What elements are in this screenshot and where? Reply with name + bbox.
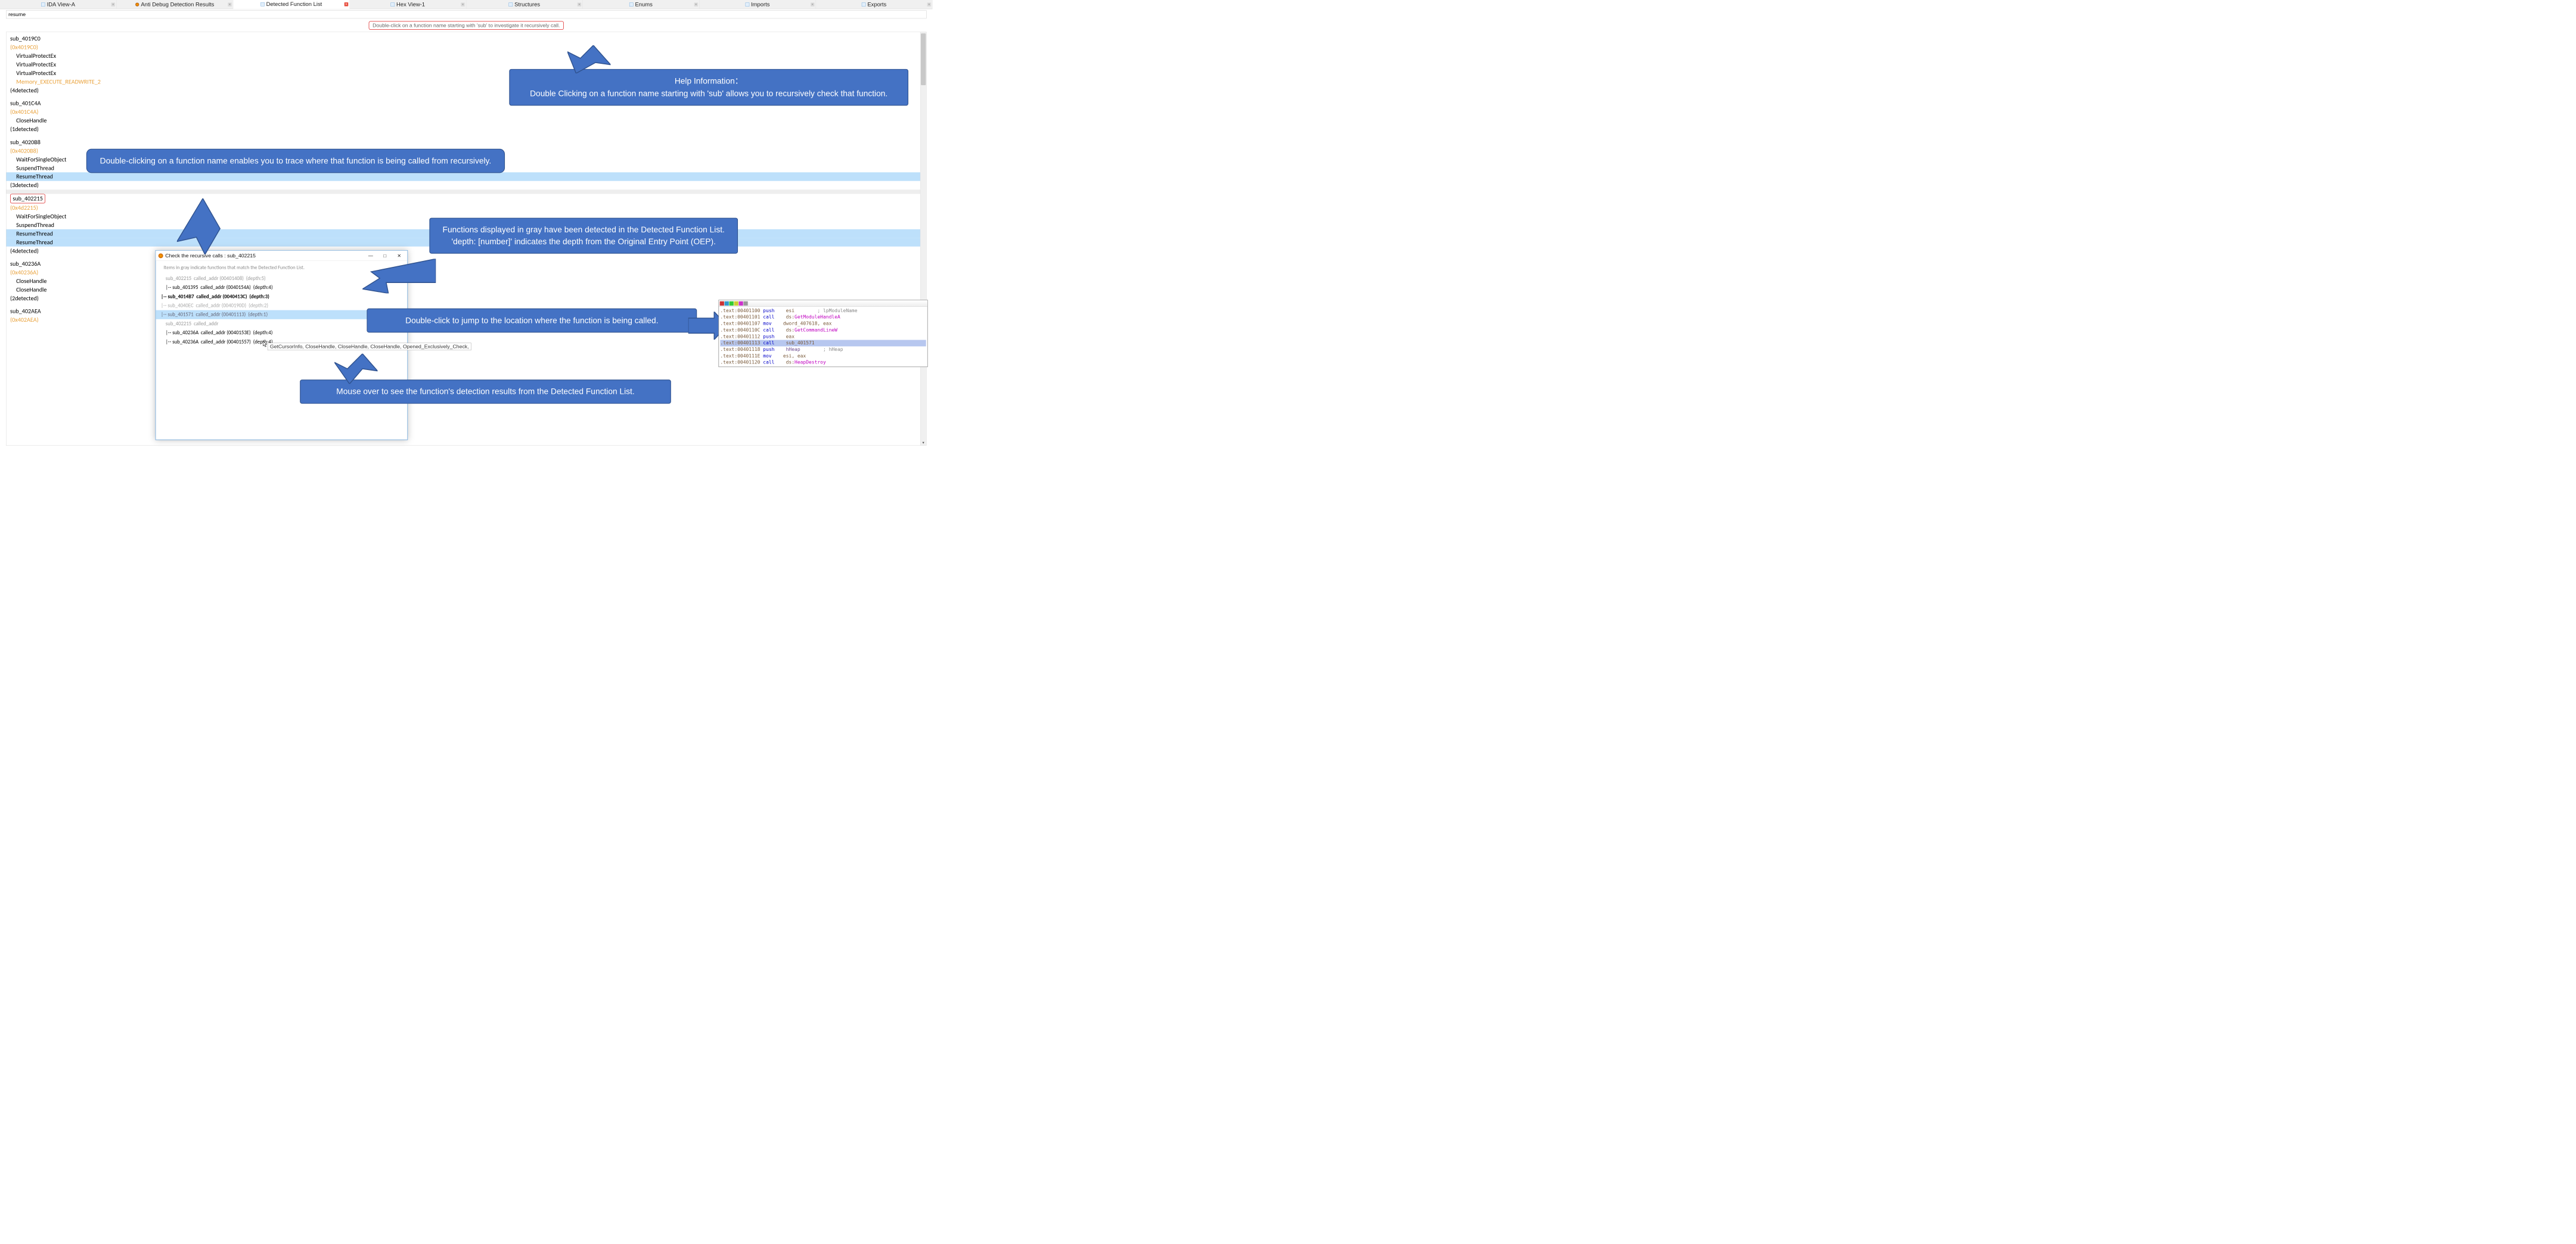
tree-row[interactable]: |-- sub_40236A called_addr (0040153E) (d… bbox=[161, 328, 402, 337]
filter-bar bbox=[0, 9, 933, 20]
tree-row[interactable]: sub_402215 called_addr bbox=[161, 319, 402, 328]
detection-tooltip: GetCursorInfo, CloseHandle, CloseHandle,… bbox=[268, 343, 471, 350]
function-name-selected[interactable]: sub_402215 bbox=[10, 194, 45, 203]
call-item: CloseHandle bbox=[10, 276, 923, 285]
scroll-thumb[interactable] bbox=[921, 33, 926, 85]
callout-gray-functions: Functions displayed in gray have been de… bbox=[429, 218, 738, 254]
call-item: CloseHandle bbox=[10, 116, 923, 125]
help-banner: Double-click on a function name starting… bbox=[369, 21, 564, 29]
function-addr: (0x401C4A) bbox=[10, 108, 38, 116]
function-name[interactable]: sub_401C4A bbox=[10, 99, 41, 107]
tree-row[interactable]: |-- sub_401395 called_addr (0040154A) (d… bbox=[161, 283, 402, 292]
help-banner-row: Double-click on a function name starting… bbox=[0, 20, 933, 32]
tab-detected-function-list[interactable]: Detected Function List× bbox=[233, 0, 350, 9]
callout-recursive-trace: Double-clicking on a function name enabl… bbox=[86, 149, 505, 173]
close-icon[interactable]: × bbox=[228, 2, 232, 7]
doc-icon bbox=[41, 2, 45, 7]
tree-row[interactable]: |-- sub_4014B7 called_addr (0040413C) (d… bbox=[161, 292, 402, 301]
color-swatch-icon[interactable] bbox=[738, 301, 743, 306]
function-addr: (0x4d2215) bbox=[10, 204, 38, 212]
scroll-down-icon[interactable]: ▾ bbox=[920, 440, 926, 445]
tab-enums[interactable]: Enums× bbox=[583, 0, 700, 9]
cursor-icon bbox=[263, 341, 268, 348]
doc-icon bbox=[260, 2, 265, 7]
call-item: VirtualProtectEx bbox=[10, 60, 923, 69]
function-name[interactable]: sub_4019C0 bbox=[10, 35, 41, 42]
popup-title: Check the recursive calls : sub_402215 bbox=[165, 253, 362, 259]
color-swatch-icon[interactable] bbox=[725, 301, 729, 306]
function-name[interactable]: sub_402AEA bbox=[10, 307, 41, 315]
close-icon[interactable]: × bbox=[811, 2, 815, 7]
call-item: VirtualProtectEx bbox=[10, 52, 923, 60]
color-swatch-icon[interactable] bbox=[734, 301, 738, 306]
close-icon[interactable]: × bbox=[111, 2, 116, 7]
tab-anti-debug[interactable]: Anti Debug Detection Results× bbox=[117, 0, 234, 9]
disasm-code[interactable]: .text:00401100 push esi ; lpModuleName.t… bbox=[720, 307, 926, 366]
vertical-scrollbar[interactable]: ▴ ▾ bbox=[920, 32, 926, 446]
call-item: ResumeThread bbox=[10, 230, 53, 238]
call-item: ResumeThread bbox=[10, 238, 53, 246]
function-name[interactable]: sub_4020B8 bbox=[10, 138, 41, 146]
close-icon[interactable]: × bbox=[344, 2, 349, 7]
close-icon[interactable]: × bbox=[694, 2, 698, 7]
detected-count: (1detected) bbox=[10, 125, 923, 133]
minimize-button[interactable]: — bbox=[365, 253, 377, 259]
function-addr: (0x4019C0) bbox=[10, 43, 38, 51]
function-name[interactable]: sub_40236A bbox=[10, 260, 41, 268]
color-swatch-icon[interactable] bbox=[730, 301, 734, 306]
tab-imports[interactable]: Imports× bbox=[699, 0, 816, 9]
close-icon[interactable]: × bbox=[578, 2, 582, 7]
disassembly-panel[interactable]: .text:00401100 push esi ; lpModuleName.t… bbox=[718, 300, 927, 367]
tab-ida-view[interactable]: IDA View-A× bbox=[0, 0, 117, 9]
plugin-icon bbox=[135, 2, 139, 7]
recursive-tree[interactable]: sub_402215 called_addr (00401408) (depth… bbox=[161, 273, 402, 389]
disasm-toolbar[interactable] bbox=[719, 300, 927, 307]
popup-hint: Items in gray indicate functions that ma… bbox=[161, 263, 402, 273]
detected-count: (3detected) bbox=[10, 181, 923, 189]
call-item: ResumeThread bbox=[10, 173, 53, 181]
filter-input[interactable] bbox=[6, 10, 926, 18]
call-item: CloseHandle bbox=[10, 285, 923, 294]
tree-row[interactable]: |-- sub_4040EC called_addr (0040190D) (d… bbox=[161, 301, 402, 310]
callout-help-info: Help Information： Double Clicking on a f… bbox=[509, 69, 908, 106]
function-addr: (0x40236A) bbox=[10, 269, 38, 276]
popup-titlebar[interactable]: Check the recursive calls : sub_402215 —… bbox=[156, 251, 407, 261]
close-icon[interactable]: × bbox=[927, 2, 932, 7]
tab-exports[interactable]: Exports× bbox=[816, 0, 933, 9]
function-addr: (0x4020B8) bbox=[10, 147, 38, 155]
tab-hex-view[interactable]: Hex View-1× bbox=[350, 0, 467, 9]
imports-icon bbox=[746, 2, 750, 7]
tab-structures[interactable]: Structures× bbox=[466, 0, 583, 9]
maximize-button[interactable]: □ bbox=[379, 253, 390, 259]
enum-icon bbox=[629, 2, 634, 7]
exports-icon bbox=[862, 2, 866, 7]
callout-double-click-jump: Double-click to jump to the location whe… bbox=[367, 309, 697, 333]
hex-icon bbox=[391, 2, 395, 7]
tab-bar: IDA View-A× Anti Debug Detection Results… bbox=[0, 0, 933, 9]
callout-mouseover: Mouse over to see the function's detecti… bbox=[300, 380, 671, 404]
close-icon[interactable]: × bbox=[461, 2, 465, 7]
close-button[interactable]: ✕ bbox=[393, 253, 405, 259]
app-icon bbox=[159, 253, 163, 258]
struct-icon bbox=[509, 2, 513, 7]
tree-row[interactable]: sub_402215 called_addr (00401408) (depth… bbox=[161, 274, 402, 283]
function-addr: (0x402AEA) bbox=[10, 316, 39, 324]
color-swatch-icon[interactable] bbox=[743, 301, 747, 306]
color-swatch-icon[interactable] bbox=[720, 301, 724, 306]
